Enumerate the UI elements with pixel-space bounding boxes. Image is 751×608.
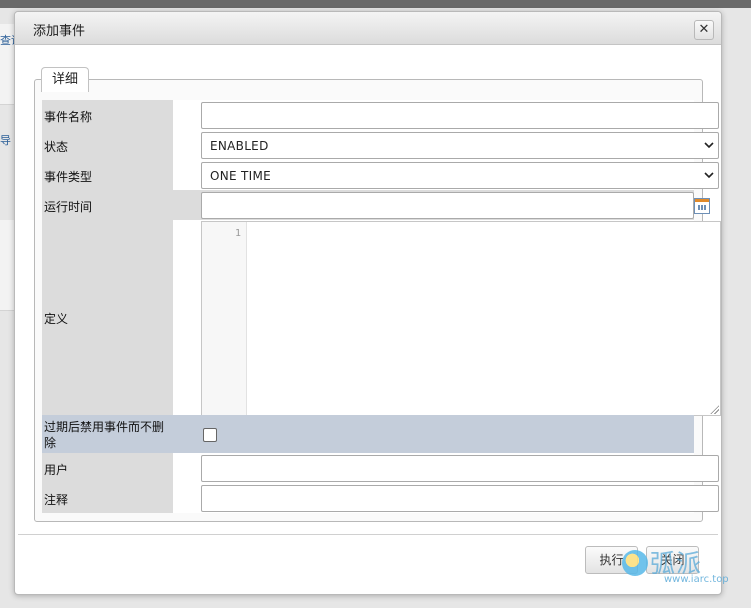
status-selected-value: ENABLED <box>210 139 269 153</box>
user-input[interactable] <box>201 455 719 482</box>
run-time-input[interactable] <box>201 192 694 219</box>
line-number-gutter: 1 <box>202 222 247 415</box>
watermark-logo-icon <box>622 550 648 576</box>
close-icon[interactable]: ✕ <box>694 20 714 40</box>
run-time-label: 运行时间 <box>42 190 173 220</box>
event-type-select[interactable]: ONE TIME <box>201 162 719 189</box>
user-label: 用户 <box>42 453 173 483</box>
disable-on-expire-row: 过期后禁用事件而不删除 <box>42 415 694 453</box>
footer-divider <box>18 534 718 535</box>
comment-label: 注释 <box>42 483 173 513</box>
event-type-selected-value: ONE TIME <box>210 169 272 183</box>
status-select[interactable]: ENABLED <box>201 132 719 159</box>
dialog-title: 添加事件 <box>33 24 86 39</box>
watermark: 弧派 www.iarc.top <box>620 546 750 590</box>
definition-code-editor[interactable]: 1 <box>201 221 721 416</box>
chevron-down-icon <box>704 172 714 179</box>
tab-details[interactable]: 详细 <box>41 67 90 92</box>
event-type-row: 事件类型 ONE TIME <box>42 160 719 190</box>
calendar-icon[interactable] <box>694 198 710 214</box>
disable-on-expire-checkbox[interactable] <box>203 428 217 442</box>
comment-input[interactable] <box>201 485 719 512</box>
line-number: 1 <box>234 228 241 239</box>
definition-label: 定义 <box>42 220 173 415</box>
event-name-row: 事件名称 <box>42 100 719 130</box>
user-row: 用户 <box>42 453 719 483</box>
disable-on-expire-label: 过期后禁用事件而不删除 <box>42 415 173 453</box>
add-event-dialog: 添加事件 ✕ 详细 事件名称 状态 ENABLED 事件类型 ONE TIME … <box>14 11 722 595</box>
comment-row: 注释 <box>42 483 719 513</box>
status-row: 状态 ENABLED <box>42 130 719 160</box>
dialog-header: 添加事件 ✕ <box>15 12 721 45</box>
definition-row: 定义 1 <box>42 220 721 416</box>
watermark-url: www.iarc.top <box>664 574 729 585</box>
event-name-input[interactable] <box>201 102 719 129</box>
status-label: 状态 <box>42 130 173 160</box>
background-side-text: 导 <box>0 134 11 147</box>
background-top-bar <box>0 0 751 8</box>
chevron-down-icon <box>704 142 714 149</box>
run-time-row: 运行时间 <box>42 190 710 220</box>
resize-grip-icon[interactable] <box>710 405 719 414</box>
event-name-label: 事件名称 <box>42 100 173 130</box>
event-type-label: 事件类型 <box>42 160 173 190</box>
